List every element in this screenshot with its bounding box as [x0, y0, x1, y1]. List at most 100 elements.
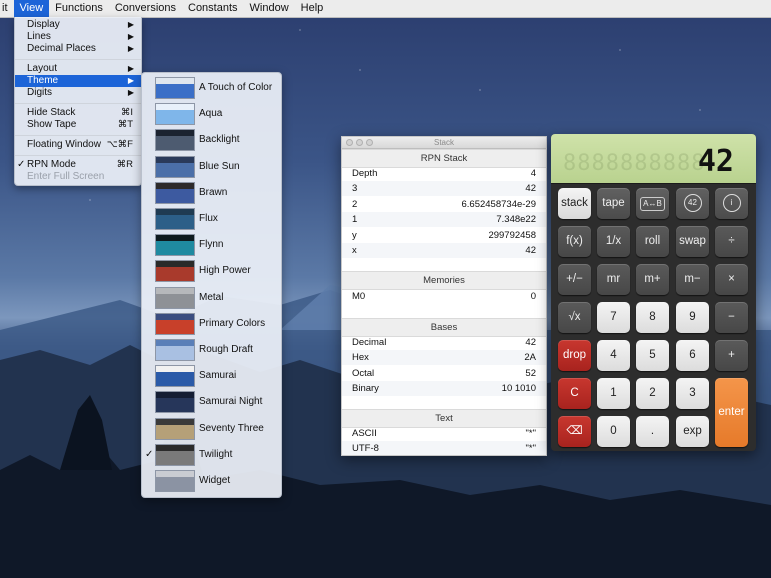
- menu-functions[interactable]: Functions: [49, 0, 109, 17]
- key-drop[interactable]: drop: [558, 340, 591, 371]
- key-4[interactable]: 4: [597, 340, 630, 371]
- menu-item-label: Show Tape: [27, 119, 77, 130]
- stack-row: Decimal 42: [342, 335, 546, 350]
- key-square-root[interactable]: √x: [558, 302, 591, 333]
- key-swap[interactable]: swap: [676, 226, 709, 257]
- key-swap-ab[interactable]: A↔B: [636, 188, 669, 219]
- submenu-arrow-icon: ▶: [127, 44, 134, 53]
- key-enter[interactable]: enter: [715, 378, 748, 447]
- theme-item[interactable]: Flynn: [142, 233, 281, 259]
- checkmark-icon: ✓: [145, 448, 154, 460]
- menu-item-digits[interactable]: Digits ▶: [15, 87, 141, 99]
- key-roll[interactable]: roll: [636, 226, 669, 257]
- key-2[interactable]: 2: [636, 378, 669, 409]
- key-9[interactable]: 9: [676, 302, 709, 333]
- key-divide[interactable]: ÷: [715, 226, 748, 257]
- menu-window[interactable]: Window: [244, 0, 295, 17]
- menu-item-hide-stack[interactable]: Hide Stack ⌘I: [15, 107, 141, 119]
- key-3[interactable]: 3: [676, 378, 709, 409]
- theme-item[interactable]: High Power: [142, 259, 281, 285]
- row-value: "*": [525, 428, 536, 439]
- theme-thumbnail: [155, 470, 195, 492]
- stack-window: Stack RPN Stack Depth 4 3 42 2 6.652458734e-2…: [341, 136, 547, 456]
- menu-item-enter-full-screen: Enter Full Screen: [15, 171, 141, 183]
- theme-item[interactable]: Backlight: [142, 128, 281, 154]
- shortcut-label: ⌘I: [120, 107, 133, 118]
- menu-item-lines[interactable]: Lines ▶: [15, 31, 141, 43]
- stack-row: x 42: [342, 243, 546, 258]
- theme-item[interactable]: Flux: [142, 207, 281, 233]
- theme-thumbnail: [155, 181, 195, 204]
- key-f-x-[interactable]: f(x): [558, 226, 591, 257]
- key-1-x[interactable]: 1/x: [597, 226, 630, 257]
- calculator-window: 8888888888 42 stack tape A↔B 42 i f(x) 1/x roll…: [551, 134, 756, 451]
- menu-conversions[interactable]: Conversions: [109, 0, 182, 17]
- theme-item[interactable]: A Touch of Color: [142, 76, 281, 102]
- theme-label: Rough Draft: [199, 344, 253, 355]
- key-plus[interactable]: +: [715, 340, 748, 371]
- theme-item[interactable]: Primary Colors: [142, 312, 281, 338]
- theme-item[interactable]: Seventy Three: [142, 417, 281, 443]
- theme-item[interactable]: ✓ Twilight: [142, 443, 281, 469]
- key-0[interactable]: 0: [597, 416, 630, 447]
- key-7[interactable]: 7: [597, 302, 630, 333]
- key-m-[interactable]: m−: [676, 264, 709, 295]
- row-value: 0: [530, 291, 536, 302]
- theme-item[interactable]: Blue Sun: [142, 155, 281, 181]
- key-decimal-point[interactable]: .: [636, 416, 669, 447]
- menu-view[interactable]: View: [13, 0, 50, 17]
- key-stack[interactable]: stack: [558, 188, 591, 219]
- menu-item-floating-window[interactable]: Floating Window ⌥⌘F: [15, 139, 141, 151]
- key-m-[interactable]: m+: [636, 264, 669, 295]
- theme-item[interactable]: Metal: [142, 286, 281, 312]
- submenu-arrow-icon: ▶: [127, 88, 134, 97]
- submenu-arrow-icon: ▶: [127, 32, 134, 41]
- menu-item-show-tape[interactable]: Show Tape ⌘T: [15, 119, 141, 131]
- theme-item[interactable]: Rough Draft: [142, 338, 281, 364]
- key-42[interactable]: 42: [676, 188, 709, 219]
- key-mr[interactable]: mr: [597, 264, 630, 295]
- submenu-arrow-icon: ▶: [127, 64, 134, 73]
- stack-row: Octal 52: [342, 366, 546, 381]
- menu-constants[interactable]: Constants: [182, 0, 244, 17]
- theme-item[interactable]: Samurai Night: [142, 390, 281, 416]
- key-c[interactable]: C: [558, 378, 591, 409]
- theme-label: High Power: [199, 265, 251, 277]
- row-key: UTF-8: [352, 443, 379, 455]
- menu-item-display[interactable]: Display ▶: [15, 19, 141, 31]
- key-1[interactable]: 1: [597, 378, 630, 409]
- key-multiply[interactable]: ×: [715, 264, 748, 295]
- row-key: x: [352, 245, 357, 256]
- theme-item[interactable]: Widget: [142, 469, 281, 495]
- stack-window-title: Stack: [433, 138, 454, 147]
- key-5[interactable]: 5: [636, 340, 669, 371]
- menu-item-theme[interactable]: Theme ▶: [15, 75, 141, 87]
- row-value: 52: [525, 367, 536, 379]
- key-tape[interactable]: tape: [597, 188, 630, 219]
- row-key: Hex: [352, 352, 369, 364]
- theme-item[interactable]: Aqua: [142, 102, 281, 128]
- key-minus[interactable]: −: [715, 302, 748, 333]
- key-change-sign[interactable]: +/−: [558, 264, 591, 295]
- theme-thumbnail: [155, 286, 195, 309]
- row-key: 3: [352, 183, 358, 195]
- swap-ab-icon: A↔B: [640, 197, 665, 211]
- theme-label: Aqua: [199, 108, 223, 120]
- info-button[interactable]: i: [715, 188, 748, 219]
- row-value: 6.652458734e-29: [461, 198, 537, 210]
- menu-item-layout[interactable]: Layout ▶: [15, 63, 141, 75]
- section-header-memories: Memories: [342, 271, 546, 290]
- key-exp[interactable]: exp: [676, 416, 709, 447]
- menu-item-rpn-mode[interactable]: ✓ RPN Mode ⌘R: [15, 159, 141, 171]
- menu-help[interactable]: Help: [295, 0, 330, 17]
- menu-item-decimal-places[interactable]: Decimal Places ▶: [15, 43, 141, 55]
- theme-item[interactable]: Brawn: [142, 181, 281, 207]
- menu-edit[interactable]: it: [0, 0, 14, 17]
- theme-item[interactable]: Samurai: [142, 364, 281, 390]
- stack-row: M0 0: [342, 289, 546, 304]
- key-6[interactable]: 6: [676, 340, 709, 371]
- row-key: Octal: [352, 367, 375, 379]
- key-backspace[interactable]: ⌫: [558, 416, 591, 447]
- key-8[interactable]: 8: [636, 302, 669, 333]
- view-menu: Display ▶ Lines ▶ Decimal Places ▶ Layout ▶ …: [14, 17, 142, 186]
